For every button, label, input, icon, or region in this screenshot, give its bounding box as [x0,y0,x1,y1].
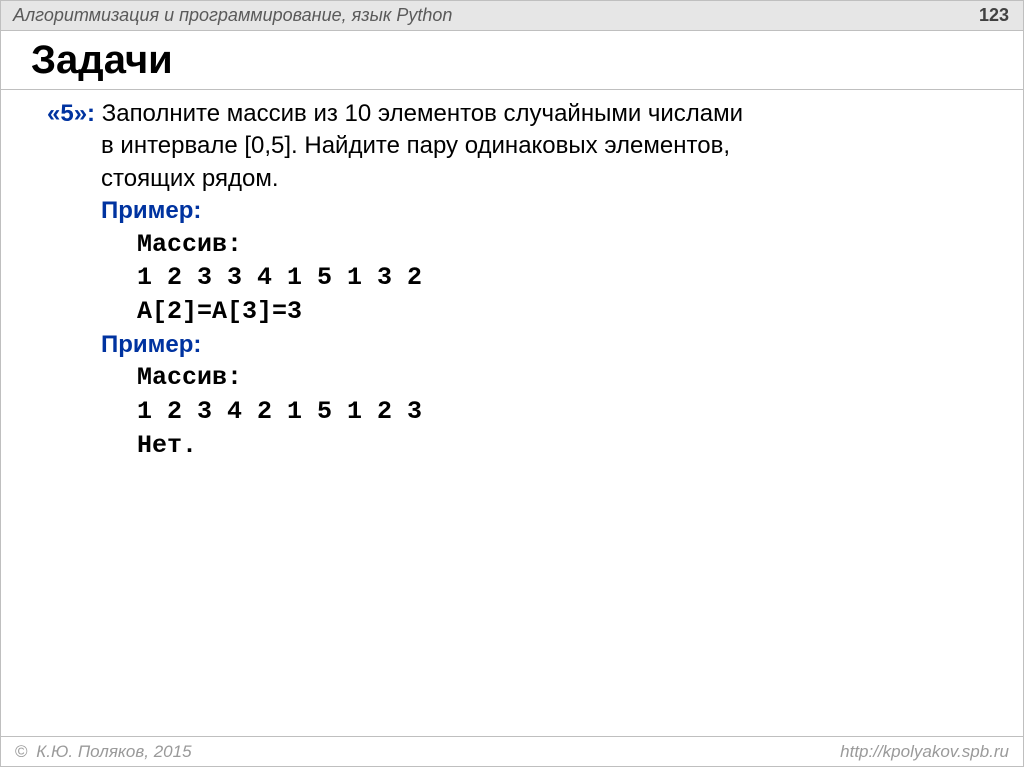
example2-arr-values: 1 2 3 4 2 1 5 1 2 3 [47,395,977,429]
task-first-line: «5»: Заполните массив из 10 элементов сл… [47,98,977,130]
grade-badge: «5»: [47,100,95,127]
header-bar: Алгоритмизация и программирование, язык … [1,1,1023,31]
example1-result: A[2]=A[3]=3 [47,295,977,329]
footer: © К.Ю. Поляков, 2015 http://kpolyakov.sp… [1,736,1023,766]
task-text-1: Заполните массив из 10 элементов случайн… [102,100,743,127]
task-text-3: стоящих рядом. [47,163,977,195]
example-label-1: Пример: [101,197,201,224]
footer-right: http://kpolyakov.spb.ru [840,742,1009,762]
page-number: 123 [979,5,1009,26]
copyright-icon: © [15,742,28,761]
footer-left-text: К.Ю. Поляков, 2015 [36,742,191,761]
example1-arr-label: Массив: [47,228,977,262]
task-text-2: в интервале [0,5]. Найдите пару одинаков… [47,130,977,162]
example1-label: Пример: [47,195,977,227]
example-label-2: Пример: [101,331,201,358]
example2-arr-label: Массив: [47,361,977,395]
main-title: Задачи [1,31,1023,90]
slide: Алгоритмизация и программирование, язык … [0,0,1024,767]
footer-left: © К.Ю. Поляков, 2015 [15,742,192,762]
header-title: Алгоритмизация и программирование, язык … [13,5,452,26]
example2-result: Нет. [47,429,977,463]
content: «5»: Заполните массив из 10 элементов сл… [1,90,1023,462]
example2-label: Пример: [47,329,977,361]
example1-arr-values: 1 2 3 3 4 1 5 1 3 2 [47,261,977,295]
